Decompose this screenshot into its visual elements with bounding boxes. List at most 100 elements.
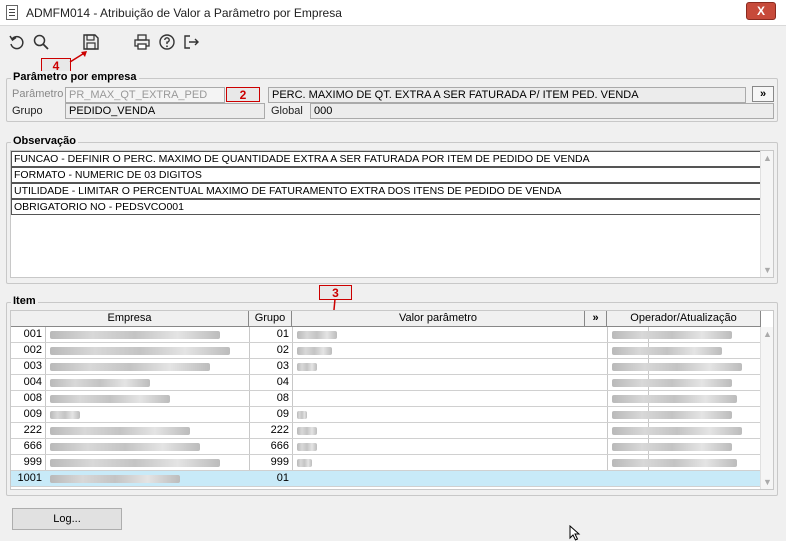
annotation-callout-2: 2 [226, 87, 260, 102]
empresa-name-cell [47, 423, 247, 439]
empresa-name-cell [47, 391, 247, 407]
help-icon[interactable] [156, 31, 178, 53]
scroll-down-icon[interactable]: ▼ [763, 477, 772, 487]
close-button[interactable]: X [746, 2, 776, 20]
operador-cell [609, 423, 759, 439]
operador-cell [609, 359, 759, 375]
empresa-name-cell [47, 439, 247, 455]
empresa-name-cell [47, 375, 247, 391]
table-row[interactable]: 001 01 [11, 327, 761, 343]
grupo-cell: 03 [276, 360, 289, 372]
operador-cell [609, 343, 759, 359]
valor-parametro-cell[interactable] [294, 455, 584, 471]
expand-valor-button[interactable]: » [585, 311, 607, 327]
empresa-name-cell [47, 407, 247, 423]
undo-icon[interactable] [6, 31, 28, 53]
valor-parametro-cell[interactable] [294, 375, 584, 391]
toolbar [0, 27, 786, 57]
observacao-scrollbar[interactable]: ▲ ▼ [760, 151, 773, 277]
observacao-line: FORMATO - NUMERIC DE 03 DIGITOS [11, 167, 761, 183]
expand-parametro-button[interactable]: » [752, 86, 774, 102]
observacao-legend: Observação [11, 135, 78, 147]
valor-column-header[interactable]: Valor parâmetro [292, 311, 585, 327]
empresa-code-cell: 666 [23, 440, 42, 452]
valor-parametro-cell[interactable] [294, 471, 584, 487]
scroll-down-icon[interactable]: ▼ [763, 265, 772, 275]
valor-parametro-cell[interactable] [294, 439, 584, 455]
table-row[interactable]: 004 04 [11, 375, 761, 391]
grupo-cell: 999 [270, 456, 289, 468]
empresa-code-cell: 1001 [17, 472, 42, 484]
valor-parametro-cell[interactable] [294, 391, 584, 407]
grupo-cell: 01 [276, 472, 289, 484]
table-row[interactable]: 666 666 [11, 439, 761, 455]
title-bar: ADMFM014 - Atribuição de Valor a Parâmet… [0, 0, 786, 26]
annotation-arrow-4 [69, 51, 87, 63]
operador-cell [609, 471, 759, 487]
operador-cell [609, 391, 759, 407]
grupo-cell: 04 [276, 376, 289, 388]
grupo-cell: 222 [270, 424, 289, 436]
empresa-name-cell [47, 471, 247, 487]
table-row[interactable]: 999 999 [11, 455, 761, 471]
empresa-code-cell: 009 [23, 408, 42, 420]
grupo-cell: 02 [276, 344, 289, 356]
search-icon[interactable] [30, 31, 52, 53]
empresa-name-cell [47, 327, 247, 343]
exit-icon[interactable] [180, 31, 202, 53]
table-row[interactable]: 008 08 [11, 391, 761, 407]
valor-parametro-cell[interactable] [294, 423, 584, 439]
parametro-por-empresa-legend: Parâmetro por empresa [11, 71, 139, 83]
window-title: ADMFM014 - Atribuição de Valor a Parâmet… [26, 6, 342, 20]
valor-parametro-cell[interactable] [294, 327, 584, 343]
valor-parametro-cell[interactable] [294, 359, 584, 375]
observacao-line: FUNCAO - DEFINIR O PERC. MAXIMO DE QUANT… [11, 151, 761, 167]
parametro-descricao-field: PERC. MAXIMO DE QT. EXTRA A SER FATURADA… [268, 87, 746, 103]
grupo-cell: 09 [276, 408, 289, 420]
valor-parametro-cell[interactable] [294, 407, 584, 423]
empresa-code-cell: 004 [23, 376, 42, 388]
document-icon [6, 5, 18, 20]
operador-cell [609, 455, 759, 471]
global-label: Global [271, 105, 303, 117]
empresa-name-cell [47, 455, 247, 471]
observacao-textarea[interactable]: FUNCAO - DEFINIR O PERC. MAXIMO DE QUANT… [10, 150, 774, 278]
empresa-code-cell: 002 [23, 344, 42, 356]
empresa-code-cell: 999 [23, 456, 42, 468]
empresa-code-cell: 222 [23, 424, 42, 436]
grupo-field: PEDIDO_VENDA [65, 103, 265, 119]
log-button[interactable]: Log... [12, 508, 122, 530]
table-row[interactable]: 009 09 [11, 407, 761, 423]
grupo-cell: 08 [276, 392, 289, 404]
parametro-label: Parâmetro [12, 88, 64, 100]
empresa-code-cell: 008 [23, 392, 42, 404]
empresa-name-cell [47, 359, 247, 375]
grupo-cell: 666 [270, 440, 289, 452]
parametro-field[interactable]: PR_MAX_QT_EXTRA_PED [65, 87, 225, 103]
operador-cell [609, 327, 759, 343]
table-row[interactable]: 222 222 [11, 423, 761, 439]
grupo-label: Grupo [12, 105, 43, 117]
operador-cell [609, 375, 759, 391]
observacao-line: OBRIGATORIO NO - PEDSVCO001 [11, 199, 761, 215]
operador-cell [609, 407, 759, 423]
operador-column-header[interactable]: Operador/Atualização [607, 311, 761, 327]
grupo-cell: 01 [276, 328, 289, 340]
empresa-code-cell: 003 [23, 360, 42, 372]
scroll-up-icon[interactable]: ▲ [763, 153, 772, 163]
empresa-code-cell: 001 [23, 328, 42, 340]
global-field: 000 [310, 103, 774, 119]
table-row[interactable]: 1001 01 [11, 471, 761, 487]
item-scrollbar[interactable]: ▲ ▼ [760, 327, 773, 489]
item-legend: Item [11, 295, 38, 307]
table-row[interactable]: 003 03 [11, 359, 761, 375]
empresa-name-cell [47, 343, 247, 359]
item-table: Empresa Grupo Valor parâmetro » Operador… [10, 310, 774, 490]
empresa-column-header[interactable]: Empresa [11, 311, 249, 327]
scroll-up-icon[interactable]: ▲ [763, 329, 772, 339]
valor-parametro-cell[interactable] [294, 343, 584, 359]
mouse-cursor-icon [569, 525, 581, 541]
print-icon[interactable] [131, 31, 153, 53]
table-row[interactable]: 002 02 [11, 343, 761, 359]
grupo-column-header[interactable]: Grupo [249, 311, 292, 327]
